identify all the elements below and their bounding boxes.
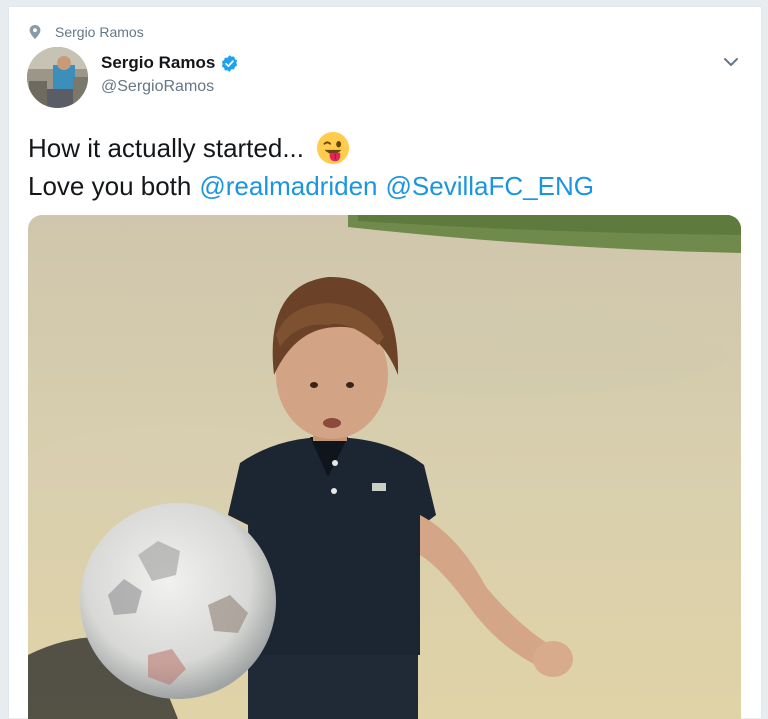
tweet-context: Sergio Ramos [29, 24, 144, 40]
tweet-line-1: How it actually started... [28, 129, 594, 167]
avatar-photo [27, 47, 88, 108]
mention-link-realmadriden[interactable]: @realmadriden [199, 167, 377, 205]
tweet-card: Sergio Ramos Sergio Ramos @SergioRamos H… [8, 6, 762, 719]
winking-face-with-tongue-emoji [316, 131, 350, 165]
tweet-line-2-text: Love you both [28, 171, 192, 201]
tweet-photo-image [28, 215, 741, 719]
chevron-down-icon[interactable] [721, 55, 741, 69]
mention-link-sevillafc[interactable]: @SevillaFC_ENG [386, 167, 594, 205]
tweet-author: Sergio Ramos @SergioRamos [101, 53, 239, 96]
avatar[interactable] [27, 47, 88, 108]
verified-badge-icon [222, 54, 238, 72]
tweet-text: How it actually started... Love you both… [28, 129, 594, 205]
location-pin-icon [29, 25, 41, 39]
author-handle[interactable]: @SergioRamos [101, 78, 239, 96]
context-label[interactable]: Sergio Ramos [55, 24, 144, 40]
author-display-name[interactable]: Sergio Ramos [101, 53, 215, 73]
tweet-line-2: Love you both @realmadriden @SevillaFC_E… [28, 167, 594, 205]
tweet-line-1-text: How it actually started... [28, 133, 304, 163]
tweet-photo[interactable] [28, 215, 741, 719]
